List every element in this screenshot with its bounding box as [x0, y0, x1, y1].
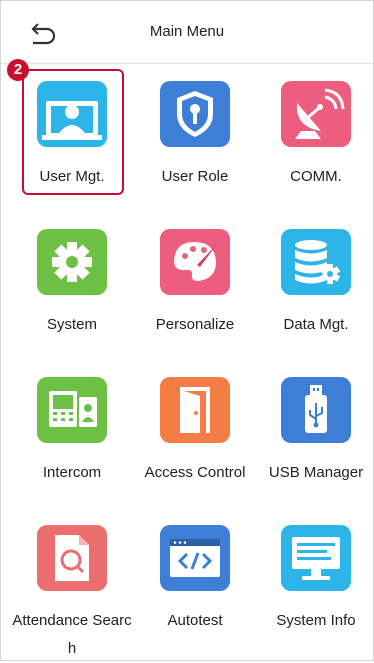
menu-label: User Role	[161, 168, 229, 185]
code-icon	[160, 525, 230, 591]
shield-key-icon	[160, 81, 230, 147]
step-badge: 2	[7, 59, 29, 81]
gear-icon	[37, 229, 107, 295]
monitor-icon	[281, 525, 351, 591]
usb-drive-icon	[281, 377, 351, 443]
page-title: Main Menu	[149, 23, 225, 40]
database-gear-icon	[281, 229, 351, 295]
menu-label: System Info	[276, 612, 356, 629]
header-bar: Main Menu	[1, 1, 373, 64]
menu-label: Access Control	[144, 464, 246, 481]
menu-label: Data Mgt.	[283, 316, 349, 333]
search-document-icon	[37, 525, 107, 591]
palette-icon	[160, 229, 230, 295]
menu-label: System	[46, 316, 97, 333]
menu-label: USB Manager	[268, 464, 364, 481]
satellite-dish-icon	[281, 81, 351, 147]
menu-label: Attendance Search	[12, 612, 132, 657]
menu-label: COMM.	[290, 168, 342, 185]
menu-label: Autotest	[167, 612, 223, 629]
menu-label: Intercom	[42, 464, 102, 481]
intercom-icon	[37, 377, 107, 443]
door-icon	[160, 377, 230, 443]
menu-label: Personalize	[155, 316, 235, 333]
main-menu-screen: Main Menu 2 User Mgt. User Role COMM. Sy…	[0, 0, 374, 661]
menu-label: User Mgt.	[39, 168, 105, 185]
user-icon	[37, 81, 107, 147]
